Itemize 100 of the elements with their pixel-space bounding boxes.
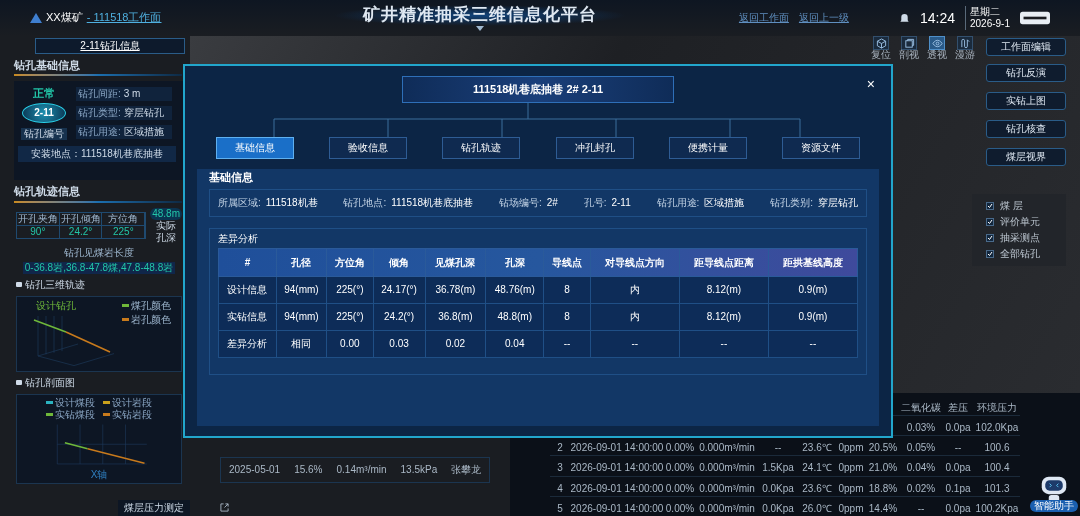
table-cell: --: [774, 442, 782, 454]
table-cell: 0.03: [373, 330, 425, 358]
table-cell: --: [679, 330, 769, 358]
table-cell: 13.5kPa: [400, 464, 438, 476]
workface-link[interactable]: - 111518工作面: [86, 11, 162, 25]
toolbar-button[interactable]: 透视: [926, 36, 948, 60]
table-cell: 0.9(m): [768, 303, 858, 331]
field-value: 穿层钻孔: [123, 107, 164, 120]
column-header: 二氧化碳: [901, 401, 941, 413]
dialog-tab[interactable]: 验收信息: [329, 137, 408, 160]
table-cell: --: [768, 330, 858, 358]
dialog-tab[interactable]: 钻孔轨迹: [442, 137, 521, 160]
angle-label: 方位角: [102, 213, 146, 226]
checkbox[interactable]: [986, 202, 994, 210]
table-cell: 24.2(°): [373, 303, 425, 331]
table-cell: 3: [557, 462, 563, 474]
dialog-tab[interactable]: 基础信息: [216, 137, 294, 160]
layers-icon: [903, 37, 915, 49]
action-button[interactable]: 实钻上图: [986, 92, 1066, 110]
section-heading: 钻孔轨迹信息: [14, 185, 80, 199]
route-icon: [959, 37, 971, 49]
table-cell: 0.0pa: [945, 422, 971, 434]
field-value: 区域措施: [123, 126, 164, 139]
axis-label: X轴: [90, 468, 108, 481]
legend-label: 设计岩段: [112, 396, 152, 409]
table-cell: --: [543, 330, 591, 358]
table-cell: 100.2Kpa: [975, 502, 1019, 514]
info-value: 2-11: [611, 197, 631, 210]
table-cell: 102.0Kpa: [975, 422, 1019, 434]
table-cell: 8.12(m): [679, 303, 769, 331]
dialog-tab[interactable]: 资源文件: [781, 137, 860, 160]
dialog-tab[interactable]: 冲孔封孔: [555, 137, 634, 160]
table-cell: 8: [543, 276, 591, 304]
dialog-tab[interactable]: 便携计量: [668, 137, 747, 160]
logo-icon: [1020, 11, 1050, 25]
table-title: 差异分析: [218, 233, 259, 246]
action-button[interactable]: 工作面编辑: [986, 38, 1066, 56]
table-cell: 0.02: [425, 330, 486, 358]
nav-link[interactable]: 返回工作面: [738, 12, 789, 24]
seam-length-label: 钻孔见煤岩长度: [64, 246, 134, 259]
action-button[interactable]: 煤层视界: [986, 148, 1066, 166]
depth-label: 实际孔深: [156, 219, 177, 244]
chart-title: 钻孔剖面图: [25, 376, 75, 389]
assistant-button[interactable]: 智能助手: [1030, 474, 1078, 512]
table-cell: 0.05%: [906, 442, 936, 454]
layer-checkbox[interactable]: 全部钻孔: [986, 248, 1066, 260]
column-header: 倾角: [373, 248, 425, 277]
table-cell: 5: [557, 502, 563, 514]
nav-link[interactable]: 返回上一级: [798, 12, 849, 24]
table-cell: 2: [557, 442, 563, 454]
table-cell: --: [917, 502, 925, 514]
clock-time: 14:24: [919, 9, 955, 27]
toolbar-button[interactable]: 剖视: [898, 36, 920, 60]
cube-icon: [875, 37, 887, 49]
table-cell: 15.6%: [294, 464, 323, 476]
bell-icon: [898, 12, 910, 24]
table-cell: 18.8%: [868, 482, 898, 494]
checkbox[interactable]: [986, 218, 994, 226]
table-cell: 94(mm): [276, 303, 327, 331]
info-label: 钻孔地点:: [343, 197, 387, 210]
layer-checkbox[interactable]: 评价单元: [986, 216, 1066, 228]
action-button[interactable]: 钻孔反演: [986, 64, 1066, 82]
section-tab[interactable]: 2-11钻孔信息: [35, 38, 185, 54]
info-label: 钻孔用途:: [656, 197, 700, 210]
section-heading: 钻孔基础信息: [14, 59, 80, 73]
table-cell: 24.17(°): [373, 276, 425, 304]
column-header: 距拱基线高度: [768, 248, 858, 277]
info-value: 区域措施: [704, 197, 745, 210]
table-cell: 0.00%: [665, 482, 695, 494]
table-cell: 0.0pa: [945, 462, 971, 474]
info-label: 钻孔类别:: [770, 197, 813, 210]
checkbox[interactable]: [986, 234, 994, 242]
action-button[interactable]: 钻孔核查: [986, 120, 1066, 138]
table-cell: 内: [590, 276, 680, 304]
table-cell: 0.000m³/min: [699, 502, 755, 514]
table-cell: 48.76(m): [485, 276, 544, 304]
layer-checkbox[interactable]: 抽采测点: [986, 232, 1066, 244]
table-cell: 0.04: [485, 330, 544, 358]
checkbox[interactable]: [986, 250, 994, 258]
toolbar-button[interactable]: 漫游: [954, 36, 976, 60]
hole-number-label[interactable]: 钻孔编号: [21, 128, 67, 141]
info-value: 2#: [546, 197, 558, 210]
table-cell: 2026-09-01 14:00:00: [570, 502, 664, 514]
angle-label: 开孔倾角: [59, 213, 103, 226]
table-cell: 225(°): [326, 303, 374, 331]
table-cell: 0.04%: [906, 462, 936, 474]
column-header: 距导线点距离: [679, 248, 769, 277]
external-link-icon[interactable]: [220, 503, 229, 512]
layer-checkbox[interactable]: 煤 层: [986, 200, 1066, 212]
toolbar-button[interactable]: 复位: [870, 36, 892, 60]
close-button[interactable]: ×: [866, 76, 875, 93]
mountain-icon: [30, 13, 42, 23]
info-label: 孔号:: [583, 197, 607, 210]
panel-tab[interactable]: 煤层压力测定: [118, 500, 190, 516]
column-header: 孔径: [276, 248, 327, 277]
angle-value: 24.2°: [59, 225, 103, 239]
table-cell: 100.4: [984, 462, 1010, 474]
table-cell: 0.03%: [906, 422, 936, 434]
column-header: 导线点: [543, 248, 591, 277]
install-location: 安装地点：111518机巷底抽巷: [18, 146, 176, 163]
